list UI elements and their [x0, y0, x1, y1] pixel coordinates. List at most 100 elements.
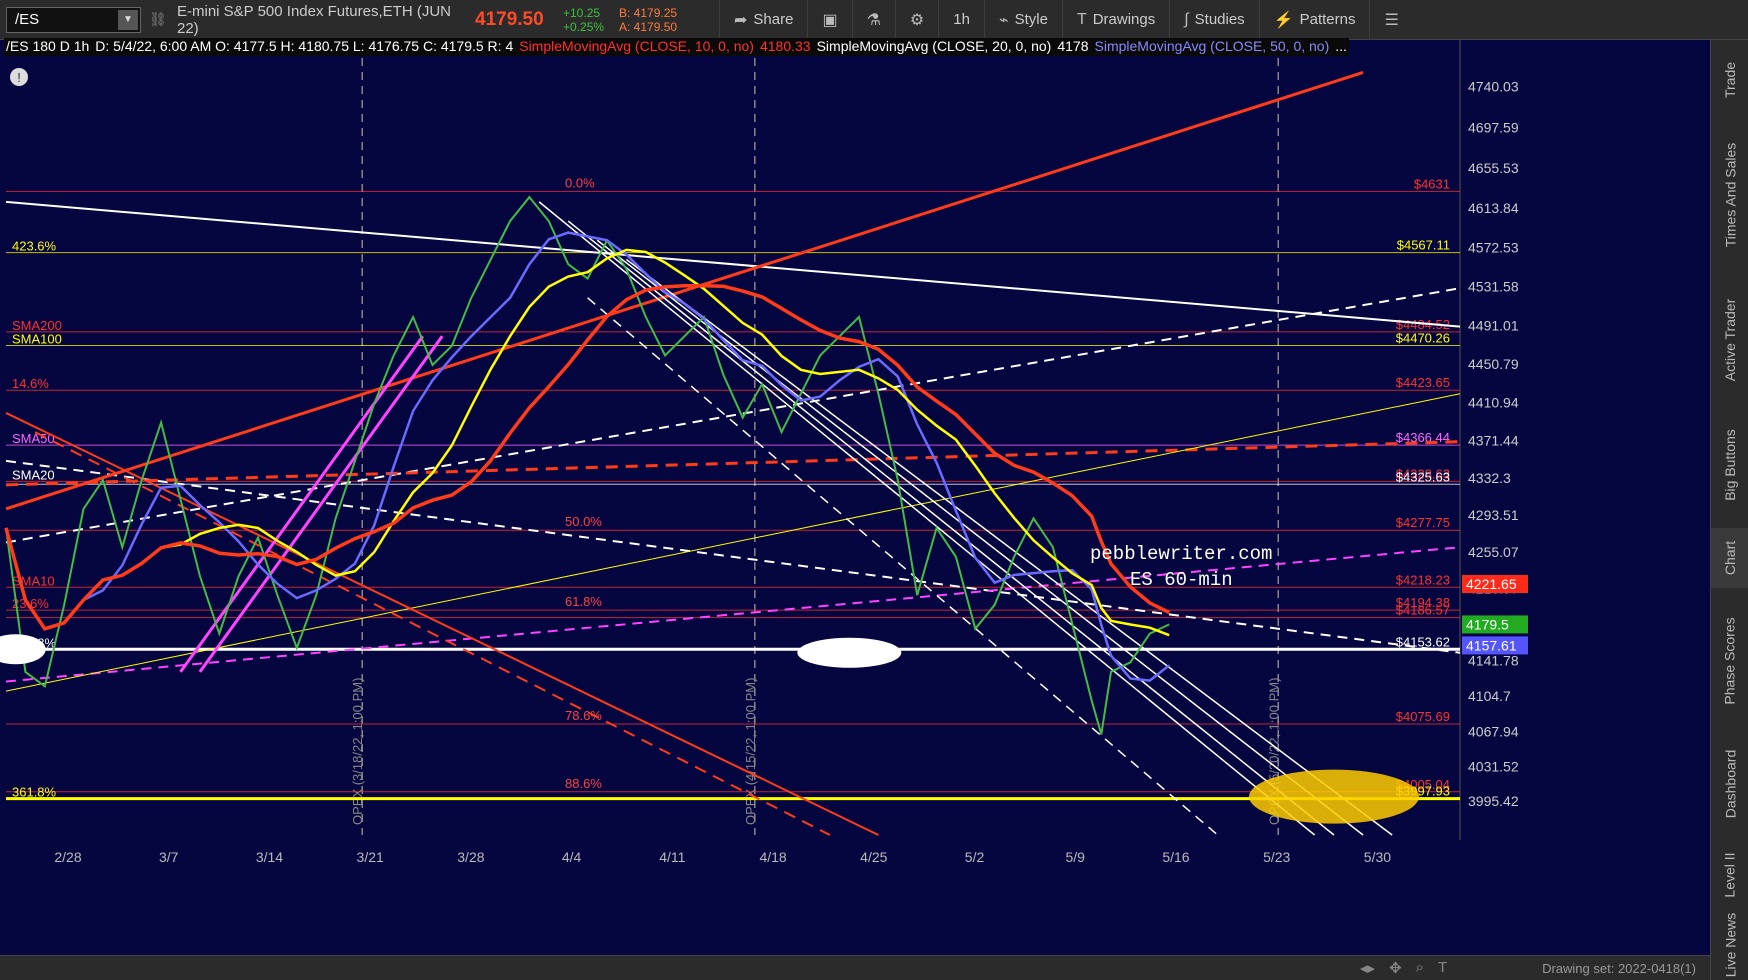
- bottom-bar: ◂▸ ✥ ⌕ T Drawing set: 2022-0418(1): [0, 955, 1710, 980]
- price-tag-label: 4179.5: [1466, 616, 1509, 632]
- tab-label: Live News: [1722, 912, 1738, 978]
- chart-title: pebblewriter.com: [1090, 543, 1272, 565]
- x-tick-label: 5/30: [1364, 849, 1391, 865]
- zoom-icon[interactable]: ⌕: [1416, 959, 1424, 977]
- studies-icon: ∫: [1184, 10, 1189, 28]
- tab-label: Trade: [1722, 61, 1738, 99]
- opex-label: OPEX (3/18/22, 1:00 PM): [350, 678, 365, 825]
- fib-label: 50.0%: [565, 514, 602, 529]
- change-value: +10.25: [563, 5, 601, 20]
- tab-label: Dashboard: [1722, 749, 1738, 819]
- left-label: 423.6%: [12, 239, 57, 254]
- y-tick-label: 4740.03: [1468, 79, 1519, 95]
- gear-icon: ⚙: [909, 11, 925, 29]
- x-tick-label: 4/18: [759, 849, 786, 865]
- more-indicator[interactable]: ...: [1335, 38, 1347, 56]
- y-tick-label: 4572.53: [1468, 239, 1519, 255]
- fib-label: 0.0%: [565, 175, 595, 190]
- tab-trade[interactable]: Trade: [1711, 50, 1748, 110]
- menu-button[interactable]: ☰: [1369, 0, 1412, 40]
- tab-active-trader[interactable]: Active Trader: [1711, 280, 1748, 400]
- tab-chart[interactable]: Chart: [1711, 528, 1748, 588]
- symbol-label: /ES: [15, 11, 40, 28]
- chart-area[interactable]: 2/28 3/7 3/14 3/21 3/28 4/4 4/11 4/18 4/25 5/2 5/9…: [0, 40, 1710, 955]
- left-label: SMA100: [12, 332, 62, 347]
- x-tick-label: 4/25: [860, 849, 887, 865]
- link-icon[interactable]: ⛓: [149, 11, 167, 28]
- share-icon: ➦: [734, 11, 748, 29]
- drawings-label: Drawings: [1092, 11, 1156, 28]
- studies-button[interactable]: ∫ Studies: [1169, 0, 1258, 40]
- x-tick-label: 2/28: [54, 849, 81, 865]
- text-icon[interactable]: T: [1438, 959, 1447, 977]
- bottom-controls: ◂▸ ✥ ⌕ T: [1360, 959, 1447, 977]
- tab-live-news[interactable]: Live News: [1711, 910, 1748, 980]
- x-tick-label: 3/7: [159, 849, 179, 865]
- x-tick-label: 5/2: [965, 849, 985, 865]
- y-tick-label: 4613.84: [1468, 200, 1519, 216]
- level-label: $4366.44: [1396, 430, 1450, 445]
- drawings-icon: T: [1076, 10, 1087, 28]
- pan-icon[interactable]: ✥: [1389, 959, 1402, 977]
- x-tick-label: 3/14: [256, 849, 283, 865]
- tab-label: Chart: [1721, 540, 1738, 576]
- patterns-button[interactable]: ⚡ Patterns: [1258, 0, 1370, 40]
- fib-label: 61.8%: [565, 594, 602, 609]
- symbol-input[interactable]: /ES ▼: [6, 6, 141, 33]
- y-tick-label: 4531.58: [1468, 279, 1519, 295]
- chart-svg[interactable]: 2/28 3/7 3/14 3/21 3/28 4/4 4/11 4/18 4/25 5/2 5/9…: [0, 40, 1710, 955]
- y-tick-label: 3995.42: [1468, 793, 1519, 809]
- sma50-label: SimpleMovingAvg (CLOSE, 50, 0, no): [1094, 38, 1330, 54]
- y-tick-label: 4450.79: [1468, 356, 1519, 372]
- tab-phase-scores[interactable]: Phase Scores: [1711, 596, 1748, 726]
- drawing-set-label[interactable]: Drawing set: 2022-0418(1): [1542, 961, 1696, 976]
- style-label: Style: [1014, 11, 1048, 28]
- y-tick-label: 4697.59: [1468, 119, 1519, 135]
- left-label: 361.8%: [12, 785, 57, 800]
- timeframe-button[interactable]: 1h: [938, 0, 984, 40]
- change-block: +10.25 +0.25%: [563, 6, 613, 34]
- style-button[interactable]: ⌁ Style: [983, 0, 1062, 40]
- x-tick-label: 4/4: [562, 849, 582, 865]
- y-tick-label: 4031.52: [1468, 758, 1519, 774]
- tab-times-and-sales[interactable]: Times And Sales: [1711, 120, 1748, 270]
- left-label: SMA20: [12, 467, 55, 482]
- opex-label: OPEX (4/15/22, 1:00 PM): [743, 678, 758, 825]
- flask-button[interactable]: ⚗: [851, 0, 895, 40]
- x-tick-label: 5/16: [1162, 849, 1189, 865]
- arrows-icon[interactable]: ◂▸: [1360, 959, 1375, 977]
- level-label: $4186.57: [1396, 603, 1450, 618]
- level-label: $4470.26: [1396, 331, 1450, 346]
- tab-label: Big Buttons: [1722, 429, 1739, 501]
- bid-ask-block: B: 4179.25 A: 4179.50: [619, 6, 719, 34]
- style-icon: ⌁: [998, 11, 1009, 29]
- sma20-label: SimpleMovingAvg (CLOSE, 20, 0, no): [816, 38, 1052, 54]
- x-tick-label: 5/9: [1066, 849, 1086, 865]
- drawings-button[interactable]: T Drawings: [1061, 0, 1169, 40]
- share-label: Share: [753, 11, 794, 28]
- screenshot-button[interactable]: ▣: [807, 0, 851, 40]
- chevron-down-icon[interactable]: ▼: [118, 9, 138, 30]
- level-label: $4075.69: [1396, 709, 1450, 724]
- x-tick-label: 3/21: [357, 849, 384, 865]
- chart-background: [0, 40, 1710, 955]
- sma10-value: 4180.33: [759, 38, 811, 54]
- studies-label: Studies: [1194, 11, 1245, 28]
- y-tick-label: 4141.78: [1468, 653, 1519, 669]
- x-tick-label: 5/23: [1263, 849, 1290, 865]
- alert-icon-glyph: !: [17, 70, 21, 85]
- screenshot-icon: ▣: [822, 11, 838, 29]
- level-label: $4218.23: [1396, 572, 1450, 587]
- target-zone: [1248, 769, 1419, 824]
- patterns-icon: ⚡: [1273, 11, 1294, 29]
- tab-label: Active Trader: [1722, 298, 1739, 382]
- timeframe-label: 1h: [953, 11, 970, 28]
- y-tick-label: 4104.7: [1468, 688, 1511, 704]
- tab-big-buttons[interactable]: Big Buttons: [1711, 410, 1748, 520]
- share-button[interactable]: ➦ Share: [719, 0, 807, 40]
- right-sidebar: Trade Times And Sales Active Trader Big …: [1710, 40, 1748, 980]
- settings-button[interactable]: ⚙: [894, 0, 938, 40]
- tab-level-ii[interactable]: Level II: [1711, 840, 1748, 910]
- sma20-value: 4178: [1057, 38, 1089, 54]
- tab-dashboard[interactable]: Dashboard: [1711, 734, 1748, 834]
